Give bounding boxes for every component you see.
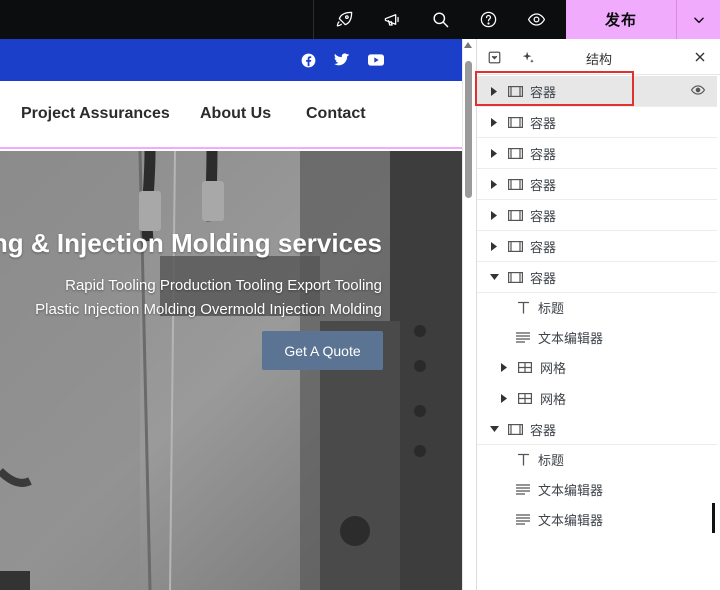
structure-row[interactable]: 容器 <box>477 200 717 231</box>
structure-row[interactable]: 容器 <box>477 169 717 200</box>
caret-right-icon[interactable] <box>489 148 499 158</box>
structure-row[interactable]: 容器 <box>477 107 717 138</box>
caret-down-icon[interactable] <box>489 424 499 434</box>
get-a-quote-button[interactable]: Get A Quote <box>262 331 383 370</box>
text-editor-icon <box>515 513 531 527</box>
publish-button[interactable]: 发布 <box>566 0 676 39</box>
caret-right-icon[interactable] <box>489 241 499 251</box>
text-editor-icon <box>515 331 531 345</box>
structure-row[interactable]: 容器 <box>477 414 717 445</box>
structure-row[interactable]: 容器 <box>477 231 717 262</box>
caret-right-icon[interactable] <box>499 394 509 404</box>
structure-row[interactable]: 标题 <box>477 292 717 323</box>
container-icon <box>507 177 523 191</box>
eye-icon[interactable] <box>512 0 560 39</box>
structure-row[interactable]: 网格 <box>477 383 717 414</box>
container-icon <box>507 208 523 222</box>
chevron-down-icon <box>693 17 704 23</box>
structure-row-label: 文本编辑器 <box>538 331 604 346</box>
help-icon[interactable] <box>464 0 512 39</box>
scrollbar-thumb[interactable] <box>465 61 472 198</box>
structure-row[interactable]: 标题 <box>477 444 717 475</box>
facebook-icon[interactable] <box>299 51 317 69</box>
structure-row[interactable]: 文本编辑器 <box>477 322 717 353</box>
structure-row-label: 容器 <box>530 270 557 286</box>
nav-link-contact[interactable]: Contact <box>306 105 366 123</box>
structure-row-label: 容器 <box>530 422 557 438</box>
container-icon <box>507 146 523 160</box>
publish-options-button[interactable] <box>676 0 720 39</box>
scroll-up-arrow[interactable] <box>464 42 472 48</box>
container-icon <box>507 422 523 436</box>
close-icon[interactable] <box>691 48 709 66</box>
caret-right-icon[interactable] <box>489 86 499 96</box>
structure-row-label: 标题 <box>538 301 565 316</box>
structure-row[interactable]: 文本编辑器 <box>477 474 717 505</box>
grid-icon <box>517 361 533 375</box>
nav-link-about-us[interactable]: About Us <box>200 105 271 123</box>
container-icon <box>507 270 523 284</box>
site-navbar: Project Assurances About Us Contact <box>0 81 462 149</box>
hero-section: ng & Injection Molding services Rapid To… <box>0 151 462 590</box>
structure-panel-title: 结构 <box>585 52 612 67</box>
structure-row[interactable]: 网格 <box>477 352 717 383</box>
youtube-icon[interactable] <box>367 51 385 69</box>
megaphone-icon[interactable] <box>368 0 416 39</box>
heading-icon <box>515 301 531 315</box>
structure-row-label: 容器 <box>530 146 557 162</box>
search-icon[interactable] <box>416 0 464 39</box>
caret-right-icon[interactable] <box>499 363 509 373</box>
nav-link-project-assurances[interactable]: Project Assurances <box>21 105 170 123</box>
editor-window: 发布 Project Assurances About Us Contact n… <box>0 0 720 590</box>
structure-row-label: 容器 <box>530 84 557 100</box>
caret-right-icon[interactable] <box>489 117 499 127</box>
twitter-icon[interactable] <box>333 51 351 69</box>
hero-subtitle-2: Plastic Injection Molding Overmold Injec… <box>35 301 382 318</box>
structure-panel: 结构 容器 容器 容器 容器 容器 容器 容器 标题 文本编辑器 网格 网格 容器 标题 文本编辑器 文本编… <box>476 39 720 590</box>
site-preview: Project Assurances About Us Contact ng &… <box>0 39 462 590</box>
structure-row-label: 文本编辑器 <box>538 483 604 498</box>
visibility-eye-icon[interactable] <box>690 84 707 98</box>
structure-row-label: 容器 <box>530 177 557 193</box>
editor-topbar: 发布 <box>0 0 720 39</box>
topbar-divider <box>313 0 314 39</box>
caret-right-icon[interactable] <box>489 179 499 189</box>
hero-background-image <box>0 151 462 590</box>
structure-row[interactable]: 容器 <box>477 76 717 107</box>
topbar-social <box>0 39 462 81</box>
grid-icon <box>517 392 533 406</box>
rocket-icon[interactable] <box>320 0 368 39</box>
text-cursor <box>712 503 715 533</box>
hero-title: ng & Injection Molding services <box>0 228 382 258</box>
hero-subtitle-1: Rapid Tooling Production Tooling Export … <box>65 277 382 294</box>
heading-icon <box>515 453 531 467</box>
structure-row[interactable]: 文本编辑器 <box>477 504 717 535</box>
structure-row-label: 容器 <box>530 239 557 255</box>
structure-row-label: 标题 <box>538 453 565 468</box>
structure-row-label: 文本编辑器 <box>538 513 604 528</box>
structure-row-label: 网格 <box>540 392 567 407</box>
structure-row[interactable]: 容器 <box>477 138 717 169</box>
structure-row-label: 容器 <box>530 208 557 224</box>
text-editor-icon <box>515 483 531 497</box>
container-icon <box>507 239 523 253</box>
structure-row[interactable]: 容器 <box>477 262 717 293</box>
caret-down-icon[interactable] <box>489 272 499 282</box>
container-icon <box>507 115 523 129</box>
structure-row-label: 容器 <box>530 115 557 131</box>
caret-right-icon[interactable] <box>489 210 499 220</box>
structure-row-label: 网格 <box>540 361 567 376</box>
structure-panel-header: 结构 <box>477 39 720 75</box>
container-icon <box>507 84 523 98</box>
